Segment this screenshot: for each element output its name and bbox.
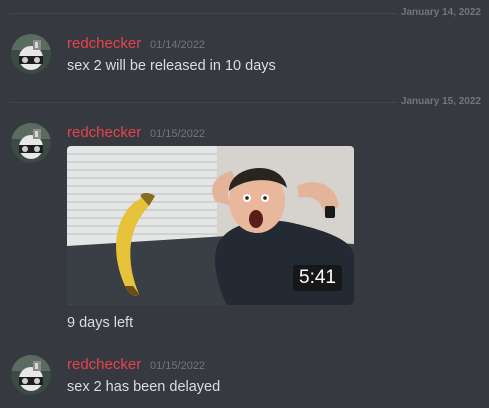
username[interactable]: redchecker	[67, 35, 141, 53]
avatar[interactable]	[11, 123, 51, 163]
message-text: 9 days left	[67, 315, 134, 331]
avatar[interactable]	[11, 34, 51, 74]
message-timestamp: 01/15/2022	[150, 128, 206, 140]
avatar-icon	[11, 123, 51, 163]
message-timestamp: 01/14/2022	[150, 39, 206, 51]
date-divider-label: January 15, 2022	[396, 96, 481, 108]
video-duration-badge: 5:41	[293, 265, 342, 291]
avatar[interactable]	[11, 355, 51, 395]
message-text: sex 2 has been delayed	[67, 379, 221, 395]
avatar-icon	[11, 355, 51, 395]
username[interactable]: redchecker	[67, 356, 141, 374]
message-timestamp: 01/15/2022	[150, 360, 206, 372]
message-text: sex 2 will be released in 10 days	[67, 58, 276, 74]
date-divider-label: January 14, 2022	[396, 7, 481, 19]
username[interactable]: redchecker	[67, 124, 141, 142]
avatar-icon	[11, 34, 51, 74]
chat-messages: January 14, 2022 redchecker 01/14/2022 s…	[0, 0, 489, 408]
video-embed[interactable]: 5:41	[67, 146, 354, 305]
